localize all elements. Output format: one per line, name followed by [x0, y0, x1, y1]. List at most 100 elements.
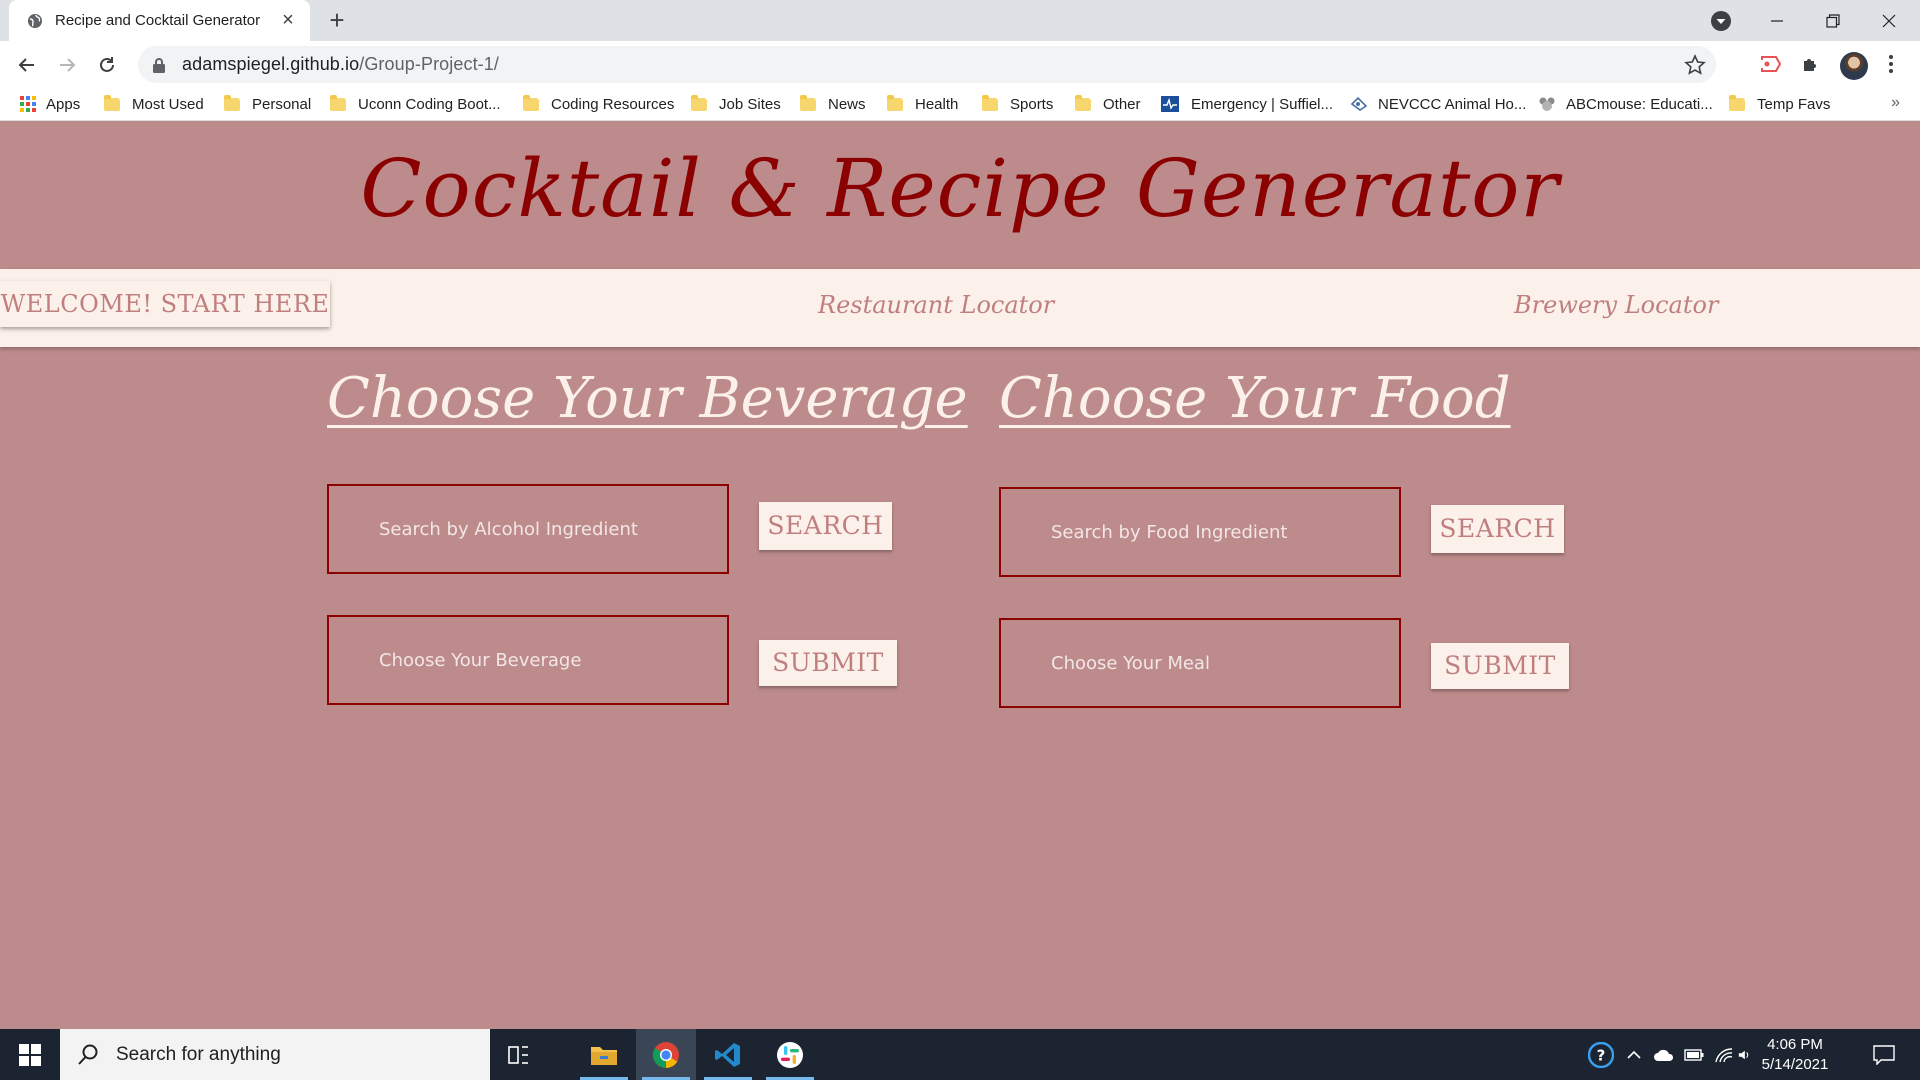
search-icon [76, 1043, 100, 1067]
file-explorer-icon[interactable] [574, 1029, 634, 1080]
windows-taskbar: Search for anything ? 4:06 PM 5/14/2021 [0, 1029, 1920, 1080]
bookmark-abcmouse[interactable]: ABCmouse: Educati... [1538, 93, 1713, 115]
folder-icon [691, 94, 707, 111]
extensions-puzzle-icon[interactable] [1798, 51, 1824, 77]
volume-icon[interactable] [1738, 1029, 1750, 1080]
taskbar-search-box[interactable]: Search for anything [60, 1029, 490, 1080]
beverage-submit-button[interactable]: SUBMIT [759, 640, 897, 686]
tab-search-icon[interactable] [1710, 10, 1732, 32]
bookmark-label: Apps [46, 95, 81, 113]
folder-icon [330, 94, 346, 111]
lock-icon[interactable] [152, 57, 166, 73]
minimize-icon[interactable] [1754, 0, 1800, 41]
meal-choice-input[interactable] [1051, 652, 1399, 674]
beverage-choice-input[interactable] [379, 649, 727, 671]
beverage-choice-field[interactable] [327, 615, 729, 705]
folder-icon [982, 94, 998, 111]
site-nav: WELCOME! START HERE Restaurant Locator B… [0, 269, 1920, 347]
bookmark-personal[interactable]: Personal [224, 93, 311, 115]
folder-icon [1075, 94, 1091, 111]
beverage-heading: Choose Your Beverage [327, 366, 968, 431]
folder-icon [1729, 94, 1745, 111]
tab-title: Recipe and Cocktail Generator [55, 12, 261, 29]
vscode-taskbar-icon[interactable] [698, 1029, 758, 1080]
food-search-input[interactable] [1051, 521, 1399, 543]
battery-icon[interactable] [1682, 1029, 1706, 1080]
clock-time: 4:06 PM [1767, 1036, 1823, 1053]
back-arrow-icon[interactable] [13, 51, 41, 79]
bookmark-label: News [828, 95, 866, 113]
browser-tab-strip: Recipe and Cocktail Generator × + [0, 0, 1920, 41]
bookmark-label: ABCmouse: Educati... [1566, 95, 1713, 113]
bookmark-news[interactable]: News [800, 93, 866, 115]
apps-grid-icon [20, 96, 36, 112]
bookmark-label: Sports [1010, 95, 1054, 113]
bookmark-nevccc[interactable]: NEVCCC Animal Ho... [1350, 93, 1526, 115]
task-view-icon[interactable] [490, 1029, 550, 1080]
meal-choice-field[interactable] [999, 618, 1401, 708]
bookmark-temp-favs[interactable]: Temp Favs [1729, 93, 1830, 115]
new-tab-button[interactable]: + [324, 7, 350, 34]
help-icon[interactable]: ? [1586, 1029, 1616, 1080]
menu-kebab-icon[interactable] [1878, 51, 1904, 77]
bookmark-health[interactable]: Health [887, 93, 958, 115]
bookmark-emergency[interactable]: Emergency | Suffiel... [1161, 93, 1333, 115]
bookmark-label: Uconn Coding Boot... [358, 95, 501, 113]
bookmark-label: Most Used [132, 95, 204, 113]
close-tab-icon[interactable]: × [276, 9, 300, 33]
folder-icon [887, 94, 903, 111]
browser-tab-active[interactable]: Recipe and Cocktail Generator × [9, 0, 310, 41]
wifi-icon[interactable] [1712, 1029, 1736, 1080]
chrome-taskbar-icon[interactable] [636, 1029, 696, 1080]
folder-icon [800, 94, 816, 111]
bookmark-star-icon[interactable] [1684, 54, 1706, 76]
globe-icon [27, 13, 43, 29]
cast-extension-icon[interactable] [1758, 51, 1784, 77]
profile-avatar[interactable] [1840, 52, 1868, 80]
windows-start-icon[interactable] [0, 1029, 60, 1080]
bookmark-coding-resources[interactable]: Coding Resources [523, 93, 674, 115]
bookmark-most-used[interactable]: Most Used [104, 93, 204, 115]
folder-icon [523, 94, 539, 111]
browser-toolbar: adamspiegel.github.io/Group-Project-1/ [0, 41, 1920, 87]
emergency-site-icon [1161, 96, 1179, 112]
folder-icon [224, 94, 240, 111]
bookmark-label: Emergency | Suffiel... [1191, 95, 1334, 113]
bookmark-uconn-coding-boot[interactable]: Uconn Coding Boot... [330, 93, 501, 115]
notifications-icon[interactable] [1864, 1029, 1904, 1080]
alcohol-search-field[interactable] [327, 484, 729, 574]
food-submit-button[interactable]: SUBMIT [1431, 643, 1569, 689]
food-heading: Choose Your Food [999, 366, 1511, 431]
tray-chevron-up-icon[interactable] [1622, 1029, 1646, 1080]
taskbar-search-placeholder: Search for anything [116, 1043, 281, 1065]
paw-site-icon [1350, 96, 1368, 112]
alcohol-search-input[interactable] [379, 518, 727, 540]
bookmark-sports[interactable]: Sports [982, 93, 1053, 115]
slack-taskbar-icon[interactable] [760, 1029, 820, 1080]
food-search-button[interactable]: SEARCH [1431, 505, 1564, 553]
bookmark-label: Job Sites [719, 95, 781, 113]
forward-arrow-icon[interactable] [53, 51, 81, 79]
url-text: adamspiegel.github.io/Group-Project-1/ [182, 54, 499, 75]
restaurant-locator-link[interactable]: Restaurant Locator [818, 291, 1054, 319]
food-search-field[interactable] [999, 487, 1401, 577]
beverage-search-button[interactable]: SEARCH [759, 502, 892, 550]
bookmark-job-sites[interactable]: Job Sites [691, 93, 781, 115]
site-title: Cocktail & Recipe Generator [360, 142, 1560, 235]
onedrive-cloud-icon[interactable] [1652, 1029, 1676, 1080]
bookmark-apps[interactable]: Apps [20, 93, 80, 115]
bookmark-label: Coding Resources [551, 95, 675, 113]
bookmark-label: Temp Favs [1757, 95, 1831, 113]
reload-icon[interactable] [93, 51, 121, 79]
brewery-locator-link[interactable]: Brewery Locator [1514, 291, 1718, 319]
close-window-icon[interactable] [1866, 0, 1912, 41]
mouse-site-icon [1538, 96, 1556, 112]
url-host: adamspiegel.github.io [182, 54, 360, 74]
welcome-start-button[interactable]: WELCOME! START HERE [0, 281, 330, 327]
bookmarks-overflow-icon[interactable]: » [1891, 94, 1900, 112]
system-clock[interactable]: 4:06 PM 5/14/2021 [1750, 1035, 1840, 1075]
address-bar[interactable]: adamspiegel.github.io/Group-Project-1/ [138, 46, 1716, 83]
bookmark-label: Health [915, 95, 959, 113]
restore-icon[interactable] [1810, 0, 1856, 41]
bookmark-other[interactable]: Other [1075, 93, 1141, 115]
